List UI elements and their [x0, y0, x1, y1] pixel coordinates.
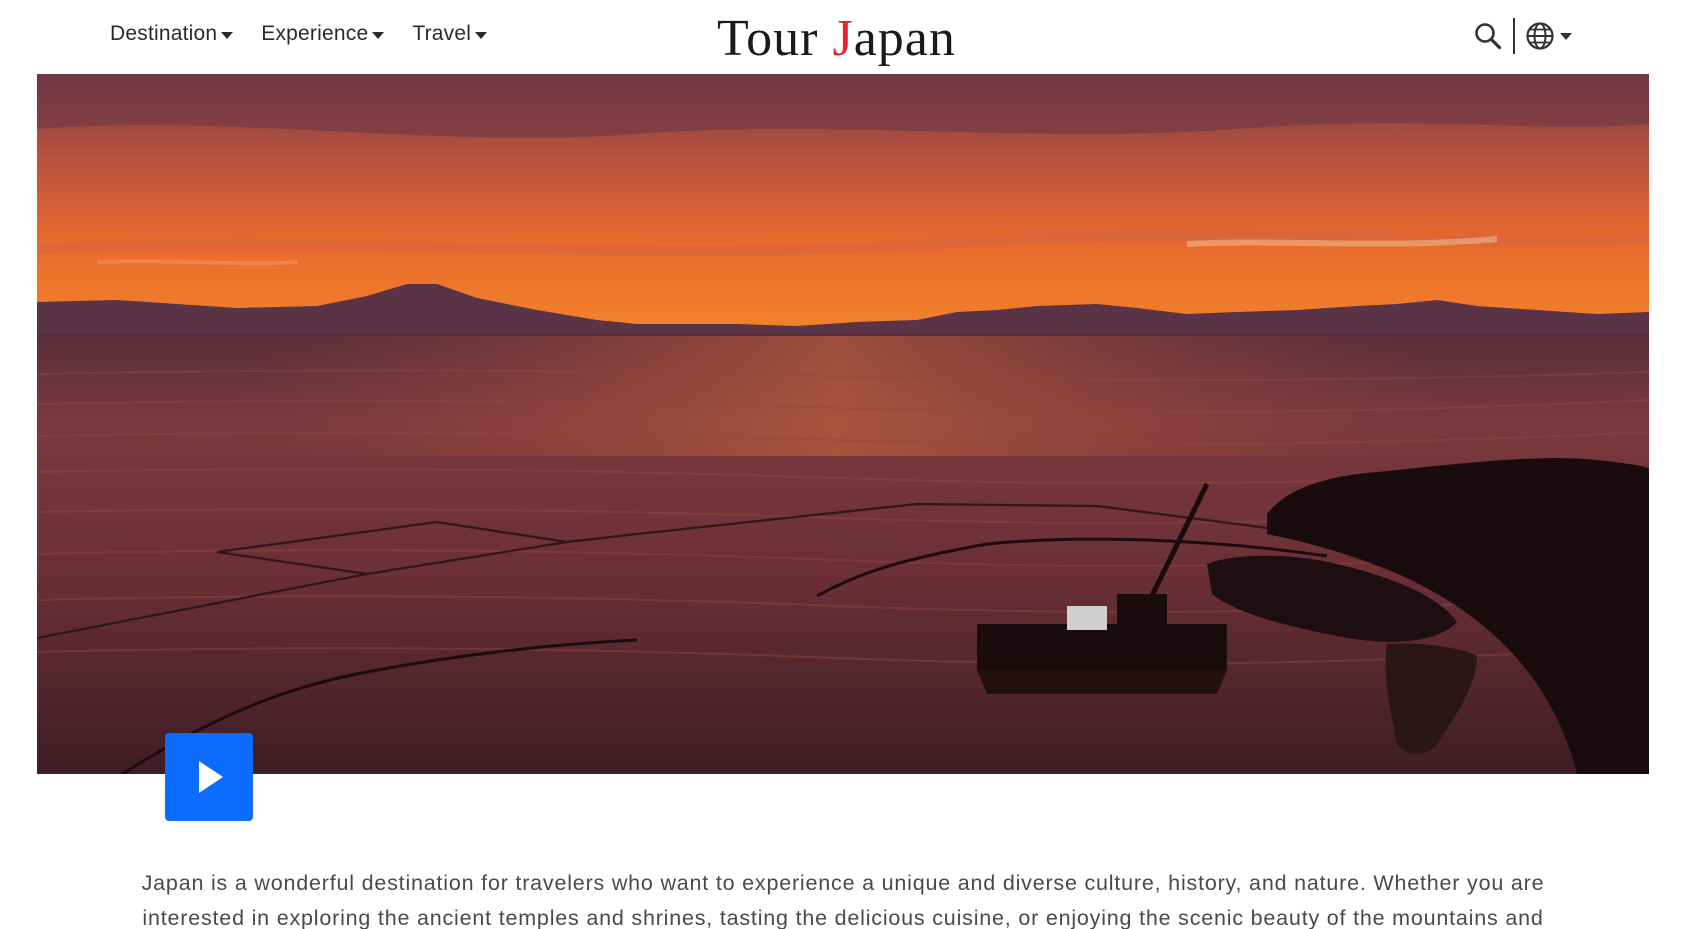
nav-experience-label: Experience — [261, 22, 369, 45]
caret-down-icon — [221, 31, 234, 39]
intro-paragraph: Japan is a wonderful destination for tra… — [141, 871, 1545, 929]
site-header: Destination Experience Travel Tour Japan — [0, 0, 1683, 74]
caret-down-icon — [372, 31, 385, 39]
site-logo[interactable]: Tour Japan — [717, 8, 956, 70]
nav-travel-label: Travel — [412, 22, 472, 45]
caret-down-icon — [475, 31, 488, 39]
main-nav: Destination Experience Travel — [110, 22, 488, 46]
nav-destination[interactable]: Destination — [110, 22, 234, 46]
play-button[interactable] — [165, 733, 253, 821]
language-selector[interactable] — [1525, 21, 1572, 51]
nav-destination-label: Destination — [110, 22, 218, 45]
logo-accent: J — [832, 10, 854, 67]
logo-part-2: apan — [853, 10, 956, 67]
search-icon — [1475, 23, 1502, 50]
page: Destination Experience Travel Tour Japan — [0, 0, 1683, 929]
logo-part-1: Tour — [717, 10, 833, 67]
header-actions — [1473, 18, 1572, 54]
nav-experience[interactable]: Experience — [261, 22, 385, 46]
nav-travel[interactable]: Travel — [412, 22, 488, 46]
caret-down-icon — [1560, 32, 1572, 40]
sunset-lake-image — [37, 74, 1649, 774]
search-button[interactable] — [1473, 21, 1503, 51]
globe-icon — [1526, 22, 1554, 50]
hero-video[interactable] — [37, 74, 1649, 774]
play-icon — [199, 761, 223, 793]
header-divider — [1513, 18, 1515, 54]
